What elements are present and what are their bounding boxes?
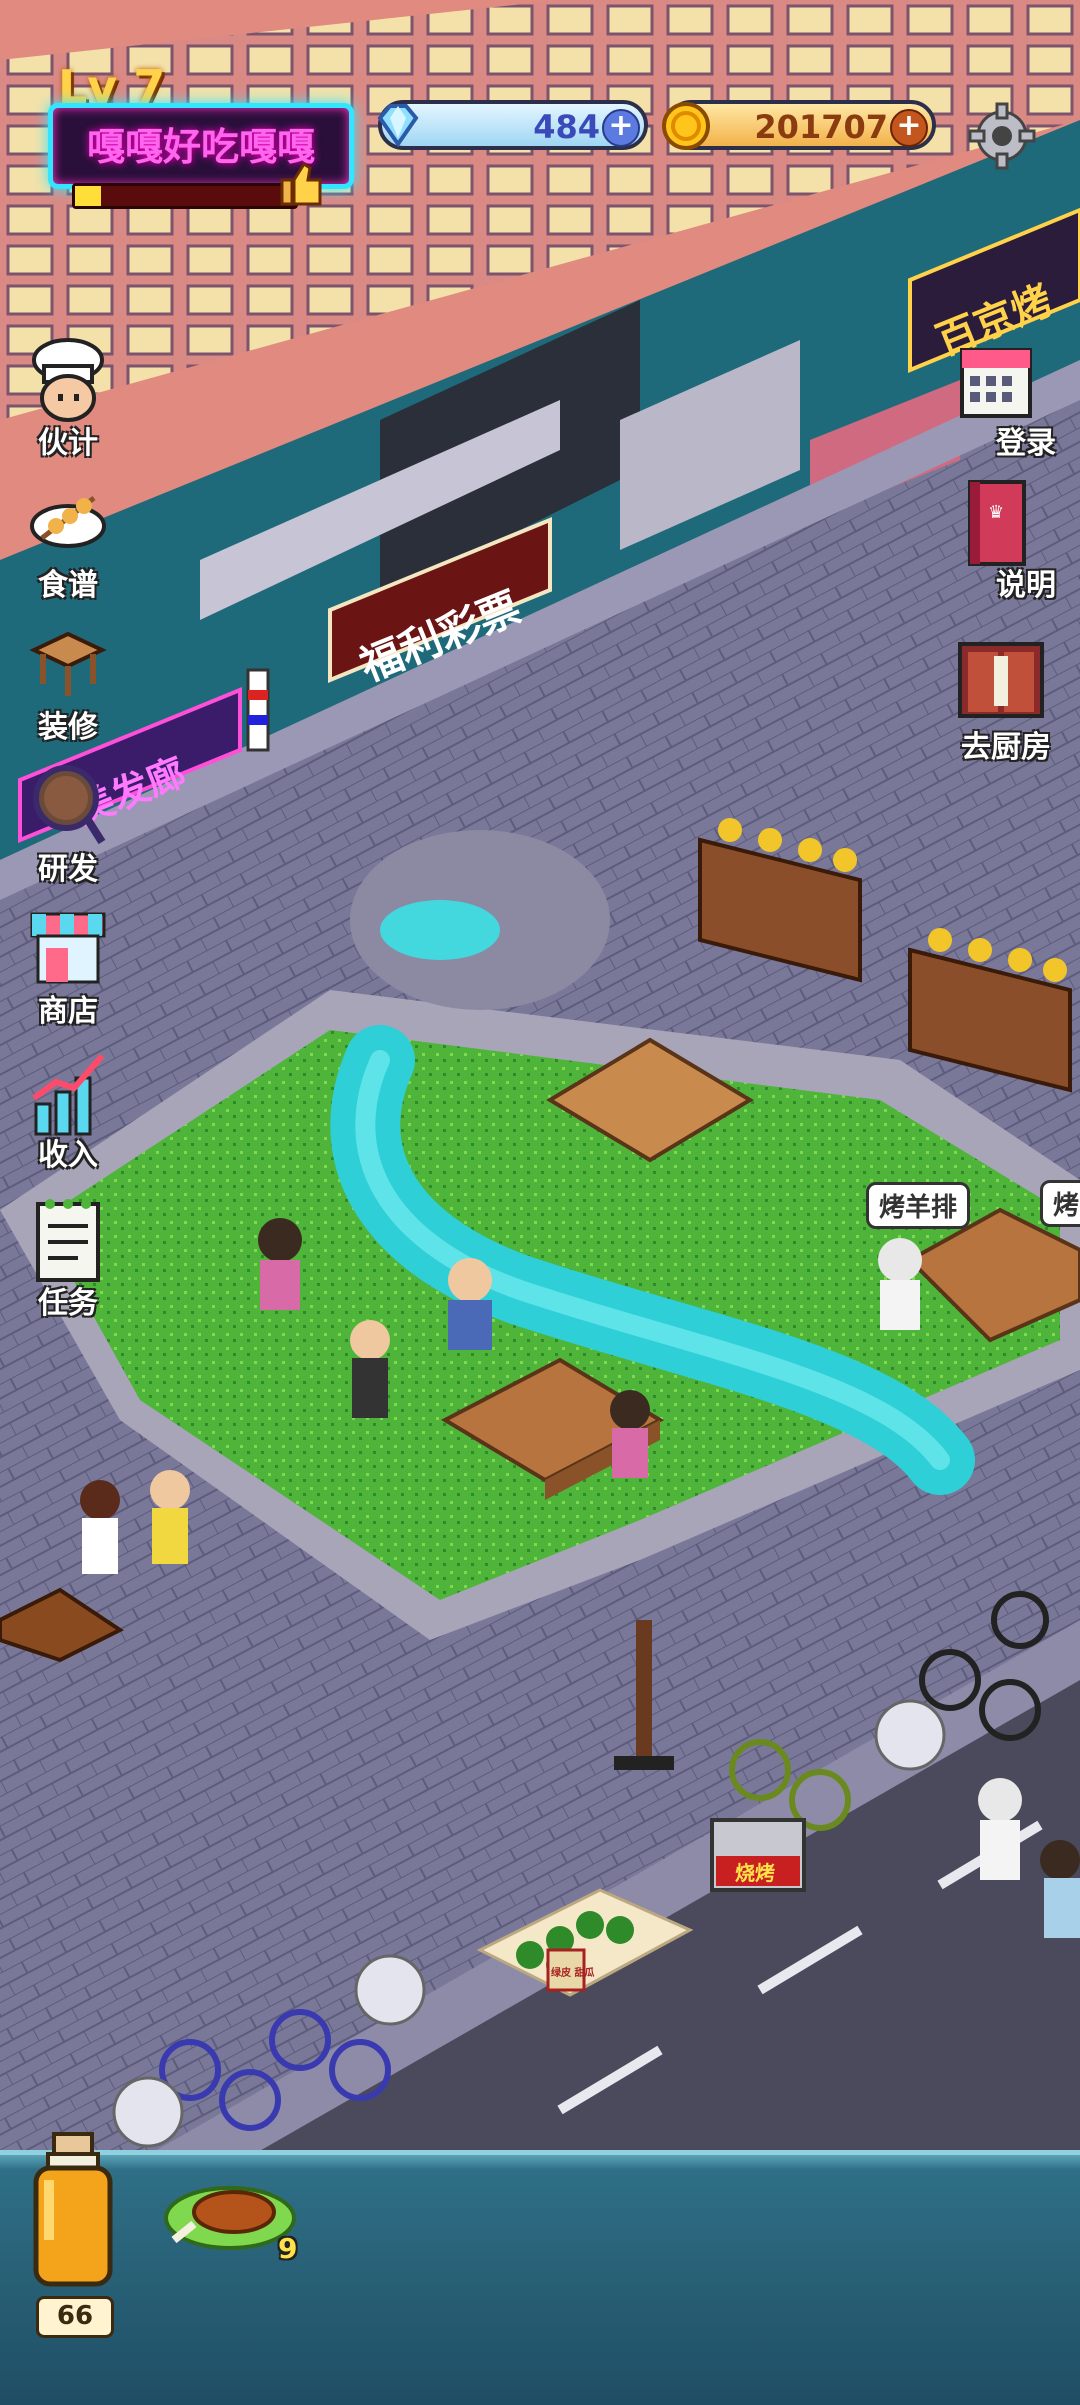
book-icon: ♛ — [968, 480, 1026, 566]
vendor-cart-text: 烧烤 — [735, 1861, 775, 1885]
menu-label: 装修 — [38, 710, 98, 745]
sauce-jar-icon[interactable] — [30, 2130, 116, 2290]
menu-shop-button[interactable]: 商店 — [8, 904, 128, 1029]
menu-kitchen-button[interactable]: 去厨房 — [936, 640, 1056, 765]
order-bubble-text: 烤羊排 — [879, 1193, 958, 1223]
food-count: 9 — [278, 2232, 298, 2265]
thumbs-up-icon — [280, 161, 322, 206]
menu-staff-button[interactable]: 伙计 — [8, 336, 128, 461]
menu-label: 登录 — [996, 426, 1056, 461]
gem-counter: 484 + — [377, 100, 648, 150]
melon-sign-text: 绿皮 甜瓜 — [551, 1966, 594, 1979]
xp-bar — [72, 183, 298, 209]
vendor-cart: 烧烤 — [710, 1818, 806, 1892]
svg-text:♛: ♛ — [988, 502, 1004, 523]
menu-label: 说明 — [996, 568, 1056, 603]
menu-label: 研发 — [38, 852, 98, 887]
menu-label: 食谱 — [38, 568, 98, 603]
menu-label: 伙计 — [38, 426, 98, 461]
add-coins-button[interactable]: + — [890, 109, 928, 147]
menu-income-button[interactable]: 收入 — [8, 1048, 128, 1173]
chef-hat-icon — [32, 338, 104, 422]
add-gems-button[interactable]: + — [602, 109, 640, 147]
coin-value: 201707 — [754, 108, 888, 146]
shop-icon — [30, 912, 106, 984]
menu-login-button[interactable]: 登录 — [936, 336, 1056, 461]
order-bubble-lamb: 烤羊排 — [866, 1182, 971, 1229]
menu-decorate-button[interactable]: 装修 — [8, 620, 128, 745]
magnifier-icon — [33, 765, 106, 845]
settings-gear-icon[interactable] — [966, 100, 1038, 172]
jar-count: 66 — [36, 2296, 114, 2338]
menu-recipes-button[interactable]: 食谱 — [8, 478, 128, 603]
xp-fill — [75, 186, 102, 206]
coin-counter: 201707 + — [662, 100, 936, 150]
door-icon — [958, 642, 1044, 718]
gem-value: 484 — [533, 108, 600, 146]
calendar-icon — [960, 348, 1032, 418]
order-bubble-2: 烤 — [1040, 1180, 1080, 1227]
scroll-icon — [36, 1199, 100, 1282]
menu-label: 任务 — [38, 1286, 98, 1321]
bar-chart-icon — [32, 1054, 105, 1136]
table-icon — [29, 631, 107, 696]
menu-tasks-button[interactable]: 任务 — [8, 1196, 128, 1321]
menu-label: 去厨房 — [961, 730, 1051, 765]
skewer-plate-icon — [30, 496, 106, 548]
coin-icon — [662, 102, 710, 150]
menu-label: 收入 — [38, 1138, 98, 1173]
diamond-icon — [377, 104, 419, 148]
order-bubble-text: 烤 — [1053, 1191, 1080, 1221]
menu-label: 商店 — [38, 994, 98, 1029]
menu-research-button[interactable]: 研发 — [8, 762, 128, 887]
menu-help-button[interactable]: ♛ 说明 — [936, 478, 1056, 603]
